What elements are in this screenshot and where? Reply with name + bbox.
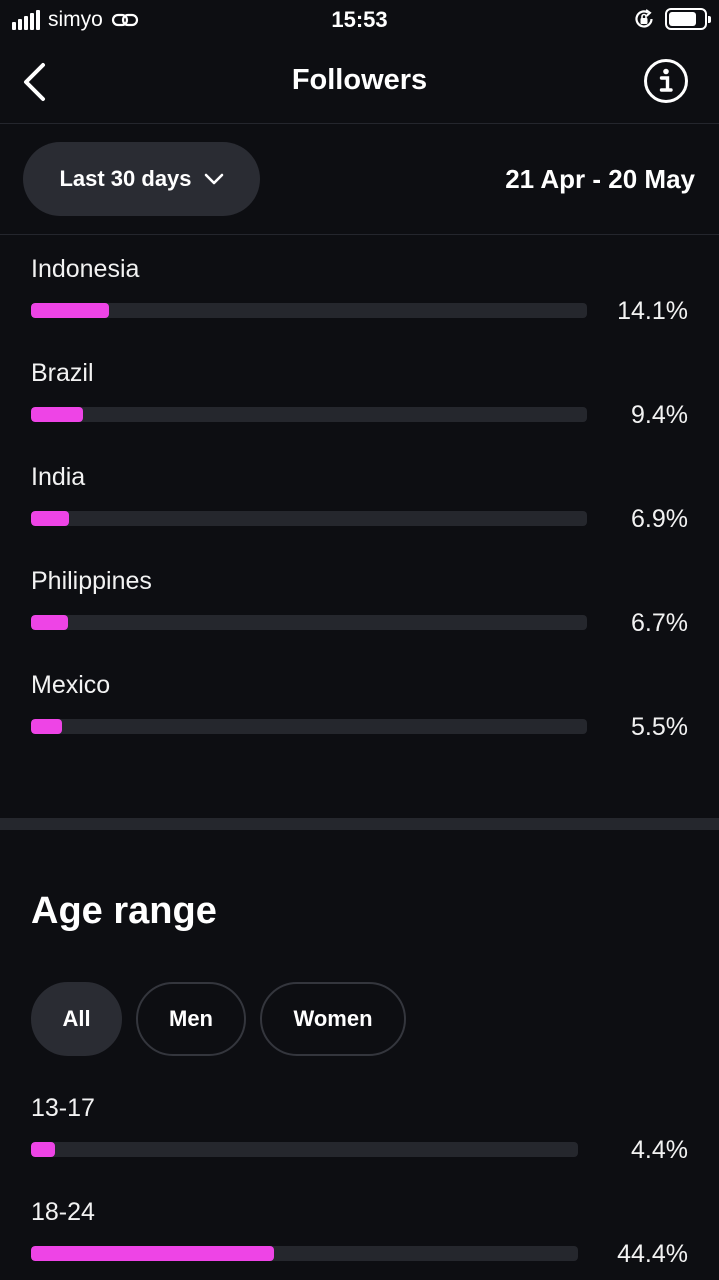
filter-chip-label: Men: [169, 1006, 213, 1031]
nav-header: Followers: [0, 40, 719, 124]
age-range-title: Age range: [31, 890, 217, 932]
bar-track: [31, 407, 587, 422]
country-name: Mexico: [31, 671, 111, 699]
age-row: 18-24 44.4%: [0, 1198, 719, 1280]
page-title: Followers: [291, 64, 428, 96]
bar-track: [31, 615, 587, 630]
country-row: Mexico 5.5%: [0, 671, 719, 775]
status-right: [633, 8, 711, 30]
period-selector-label: Last 30 days: [59, 166, 192, 191]
bar-track: [31, 511, 587, 526]
date-range: 21 Apr - 20 May: [505, 164, 695, 194]
bar-track: [31, 1142, 578, 1157]
country-name: India: [31, 463, 86, 491]
period-row: Last 30 days 21 Apr - 20 May: [0, 124, 719, 235]
bar-track: [31, 1246, 578, 1261]
bar-fill: [31, 1142, 56, 1157]
filter-chip-women[interactable]: Women: [260, 982, 406, 1056]
bar-fill: [31, 615, 69, 630]
country-percent: 9.4%: [631, 401, 688, 429]
filter-chip-label: All: [62, 1006, 91, 1031]
filter-chip-label: Women: [293, 1006, 373, 1031]
section-divider: [0, 818, 719, 830]
bar-track: [31, 303, 587, 318]
status-bar: simyo 15:53: [0, 0, 719, 40]
filter-chip-men[interactable]: Men: [136, 982, 246, 1056]
period-selector[interactable]: Last 30 days: [23, 142, 260, 216]
battery-icon: [665, 8, 711, 30]
country-name: Philippines: [31, 567, 152, 595]
country-row: Indonesia 14.1%: [0, 255, 719, 359]
country-name: Brazil: [31, 359, 94, 387]
status-time: 15:53: [331, 7, 388, 32]
bar-track: [31, 719, 587, 734]
rotation-lock-icon: [635, 9, 653, 28]
age-percent: 4.4%: [631, 1136, 688, 1164]
age-range-label: 13-17: [31, 1094, 95, 1122]
age-percent: 44.4%: [617, 1240, 688, 1268]
info-icon: [644, 59, 688, 103]
info-button[interactable]: [643, 58, 689, 104]
country-percent: 6.7%: [631, 609, 688, 637]
filter-chip-all[interactable]: All: [31, 982, 122, 1056]
bar-fill: [31, 407, 84, 422]
country-name: Indonesia: [31, 255, 140, 283]
country-row: India 6.9%: [0, 463, 719, 567]
country-percent: 6.9%: [631, 505, 688, 533]
country-percent: 5.5%: [631, 713, 688, 741]
age-row: 13-17 4.4%: [0, 1094, 719, 1198]
country-row: Philippines 6.7%: [0, 567, 719, 671]
bar-fill: [31, 511, 70, 526]
country-row: Brazil 9.4%: [0, 359, 719, 463]
age-range-label: 18-24: [31, 1198, 95, 1226]
bar-fill: [31, 1246, 274, 1261]
country-percent: 14.1%: [617, 297, 688, 325]
bar-fill: [31, 719, 62, 734]
bar-fill: [31, 303, 110, 318]
chevron-down-icon: [204, 173, 223, 185]
